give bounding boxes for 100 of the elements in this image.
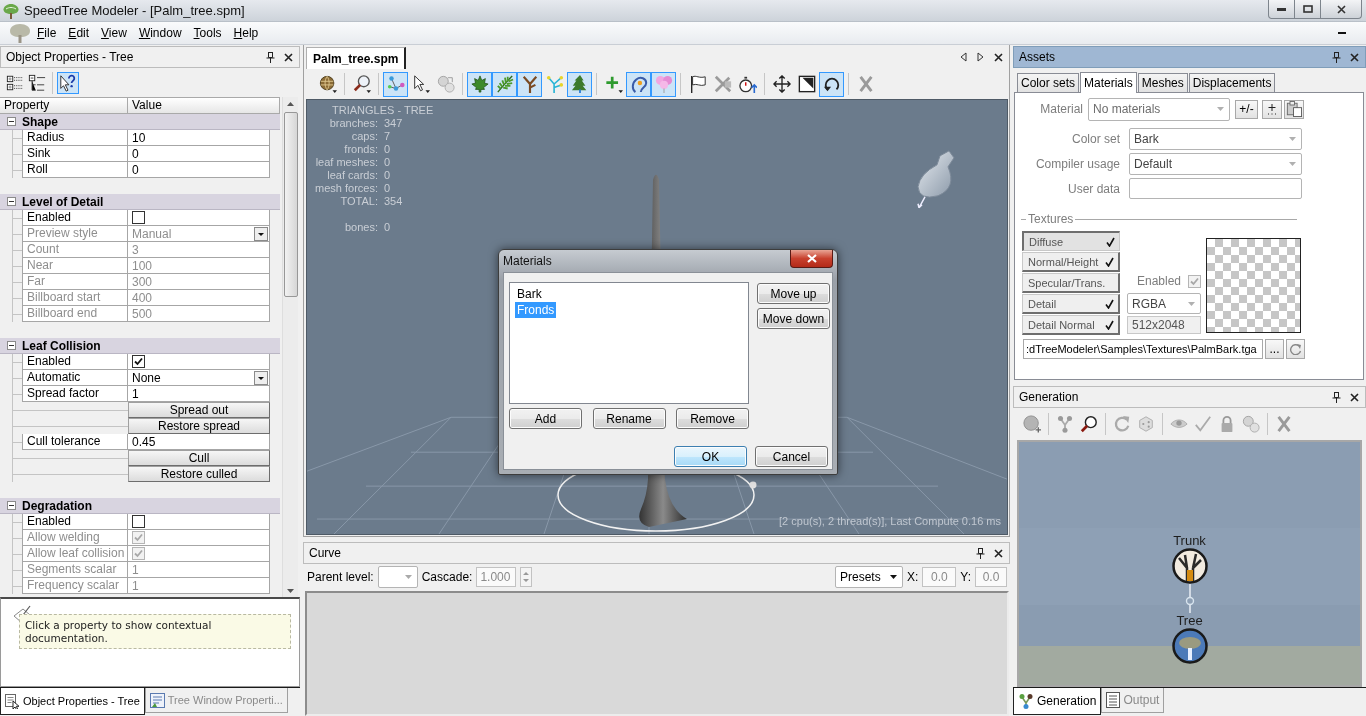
property-value[interactable]: 0 bbox=[128, 162, 270, 178]
properties-icon bbox=[5, 693, 20, 709]
close-button[interactable] bbox=[790, 250, 833, 268]
tab[interactable]: Materials bbox=[1080, 72, 1137, 93]
stat-value: 0 bbox=[384, 143, 392, 156]
stat-label: leaf meshes: bbox=[314, 156, 378, 169]
menu-item[interactable]: Help bbox=[227, 24, 265, 42]
select-field[interactable]: Bark bbox=[1129, 128, 1302, 150]
property-value[interactable]: 1 bbox=[128, 386, 270, 402]
property-dropdown[interactable]: None bbox=[128, 370, 270, 386]
property-value[interactable]: 0.45 bbox=[128, 434, 270, 450]
menu-item[interactable]: Edit bbox=[62, 24, 96, 42]
scrollbar[interactable] bbox=[282, 97, 298, 597]
add-node-icon[interactable] bbox=[1023, 415, 1041, 433]
branch-nodes-icon[interactable] bbox=[1056, 415, 1074, 433]
dialog-button[interactable]: Add bbox=[509, 408, 582, 429]
close-icon[interactable] bbox=[1350, 392, 1359, 402]
field-label: Cascade: bbox=[421, 570, 473, 584]
close-button[interactable] bbox=[1320, 0, 1362, 19]
pin-icon bbox=[266, 51, 275, 63]
checkbox[interactable] bbox=[132, 355, 145, 368]
scroll-right-icon[interactable] bbox=[977, 52, 984, 62]
tree-node-icon[interactable] bbox=[1171, 628, 1208, 664]
minimize-button[interactable] bbox=[1268, 0, 1295, 19]
document-tab[interactable]: Palm_tree.spm bbox=[306, 47, 407, 69]
texture-slot-button[interactable]: Detail bbox=[1022, 294, 1120, 314]
caret-icon bbox=[889, 575, 897, 579]
texture-slot-button[interactable]: Diffuse bbox=[1022, 231, 1120, 251]
dialog-button[interactable]: Cancel bbox=[755, 446, 828, 467]
checkbox[interactable] bbox=[132, 515, 145, 528]
dialog-button[interactable]: Rename bbox=[592, 408, 666, 429]
menu-item[interactable]: File bbox=[31, 24, 63, 42]
add-remove-button[interactable]: +/- bbox=[1235, 99, 1258, 119]
panel-tab[interactable]: Generation bbox=[1013, 688, 1102, 715]
select-field[interactable]: Default bbox=[1129, 153, 1302, 175]
property-value[interactable]: 10 bbox=[128, 130, 270, 146]
menu-item[interactable]: View bbox=[95, 24, 133, 42]
material-dropdown[interactable]: No materials bbox=[1088, 97, 1230, 121]
stat-value: 0 bbox=[384, 182, 392, 195]
stat-value: 7 bbox=[384, 130, 392, 143]
maximize-button[interactable] bbox=[1294, 0, 1321, 19]
checkbox[interactable] bbox=[1188, 274, 1201, 288]
paste-button[interactable] bbox=[1284, 99, 1304, 119]
texture-slot-button[interactable]: Detail Normal bbox=[1022, 315, 1120, 335]
collapse-icon[interactable] bbox=[7, 501, 16, 510]
add-button[interactable] bbox=[1262, 99, 1282, 119]
dialog-button[interactable]: OK bbox=[674, 446, 747, 467]
format-dropdown[interactable]: RGBA bbox=[1127, 293, 1201, 314]
help-text: Click a property to show contextual documentation. bbox=[25, 619, 213, 645]
property-name: Roll bbox=[22, 162, 128, 178]
presets-dropdown[interactable]: Presets bbox=[834, 566, 903, 588]
scroll-left-icon[interactable] bbox=[960, 52, 967, 62]
reload-button[interactable] bbox=[1286, 339, 1305, 359]
check-icon[interactable] bbox=[1194, 415, 1212, 433]
menu-item[interactable]: Tools bbox=[187, 24, 228, 42]
panel-tab[interactable]: Object Properties - Tree bbox=[0, 688, 145, 715]
caret-icon bbox=[1289, 137, 1296, 141]
dialog-button[interactable]: Move down bbox=[757, 308, 830, 329]
texture-slot-button[interactable]: Normal/Height bbox=[1022, 252, 1120, 272]
collapse-icon[interactable] bbox=[7, 117, 16, 126]
node-canvas[interactable]: Trunk Tree bbox=[1017, 440, 1362, 687]
close-icon[interactable] bbox=[994, 52, 1003, 62]
stat-value: 347 bbox=[384, 117, 404, 130]
tab[interactable]: Meshes bbox=[1137, 73, 1188, 92]
trunk-node-icon[interactable] bbox=[1171, 548, 1208, 584]
category-header[interactable]: Level of Detail bbox=[0, 194, 280, 210]
close-icon[interactable] bbox=[1350, 52, 1359, 62]
dialog-button[interactable]: Move up bbox=[757, 283, 830, 304]
magnifier-icon[interactable] bbox=[1080, 415, 1098, 433]
3d-viewport[interactable] bbox=[306, 99, 1008, 535]
property-value[interactable]: 0 bbox=[128, 146, 270, 162]
path-field[interactable]: :dTreeModeler\Samples\Textures\PalmBark.tga bbox=[1023, 339, 1263, 359]
stat-label: branches: bbox=[328, 117, 378, 130]
field-label: User data bbox=[1066, 181, 1120, 196]
menu-item[interactable]: Window bbox=[132, 24, 188, 42]
tab[interactable]: Color sets bbox=[1017, 73, 1080, 92]
scrollbar-thumb[interactable] bbox=[283, 112, 298, 297]
dialog-button[interactable]: Remove bbox=[676, 408, 749, 429]
browse-button[interactable]: ... bbox=[1265, 339, 1284, 359]
check-icon bbox=[1105, 319, 1114, 330]
collapse-icon[interactable] bbox=[7, 197, 16, 206]
close-icon[interactable] bbox=[994, 548, 1003, 558]
materials-list[interactable]: Bark Fronds bbox=[509, 282, 749, 404]
close-icon[interactable] bbox=[284, 52, 293, 62]
grid-button[interactable]: Restore spread bbox=[128, 418, 270, 434]
category-header[interactable]: Leaf Collision bbox=[0, 338, 280, 354]
tab[interactable]: Displacements bbox=[1188, 73, 1276, 92]
category-header[interactable]: Shape bbox=[0, 114, 280, 130]
collapse-icon[interactable] bbox=[7, 341, 16, 350]
spin-arrows-icon[interactable] bbox=[520, 567, 533, 587]
category-header[interactable]: Degradation bbox=[0, 498, 280, 514]
close-icon[interactable] bbox=[1336, 4, 1346, 14]
checkbox[interactable] bbox=[132, 211, 145, 224]
property-name: Sink bbox=[22, 146, 128, 162]
texture-slot-button[interactable]: Specular/Trans. bbox=[1022, 273, 1120, 293]
grid-button[interactable]: Restore culled bbox=[128, 466, 270, 482]
list-item[interactable]: Bark bbox=[515, 286, 544, 302]
input-field[interactable] bbox=[1129, 178, 1302, 199]
grid-button[interactable]: Cull bbox=[128, 450, 270, 466]
grid-button[interactable]: Spread out bbox=[128, 402, 270, 418]
